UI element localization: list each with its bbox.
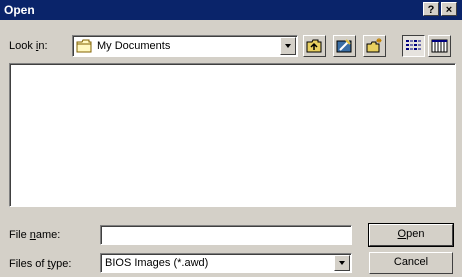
close-icon: × — [445, 4, 453, 16]
window-title: Open — [4, 3, 35, 17]
file-name-input[interactable] — [100, 225, 352, 245]
look-in-label: Look in: — [9, 40, 48, 52]
file-type-label-suffix: ype: — [50, 258, 72, 270]
up-folder-icon — [306, 39, 322, 53]
look-in-value: My Documents — [97, 40, 171, 52]
file-list[interactable] — [9, 63, 456, 207]
details-view-button[interactable] — [428, 35, 451, 57]
file-type-dropdown-button[interactable] — [334, 255, 350, 271]
open-button[interactable]: Open — [368, 223, 454, 247]
look-in-label-suffix: n: — [38, 40, 48, 52]
folder-icon — [76, 39, 92, 53]
look-in-dropdown-button[interactable] — [280, 37, 296, 55]
file-type-combo[interactable]: BIOS Images (*.awd) — [100, 253, 352, 273]
list-view-icon — [406, 40, 421, 50]
look-in-combo[interactable]: My Documents — [72, 35, 298, 57]
title-bar[interactable]: Open ? × — [0, 0, 462, 20]
details-view-icon — [431, 39, 448, 53]
new-folder-icon — [366, 38, 382, 53]
file-name-label: File name: — [9, 229, 60, 241]
file-type-value: BIOS Images (*.awd) — [105, 257, 209, 269]
look-in-label-prefix: Look — [9, 40, 36, 52]
open-button-accel: O — [397, 228, 407, 240]
file-type-label: Files of type: — [9, 258, 71, 270]
open-button-label: pen — [406, 228, 425, 240]
up-one-level-button[interactable] — [303, 35, 326, 57]
desktop-button[interactable] — [333, 35, 356, 57]
help-icon: ? — [427, 4, 435, 16]
help-button[interactable]: ? — [423, 2, 439, 16]
close-button[interactable]: × — [441, 2, 457, 16]
open-dialog: Open ? × Look in: My Documents File name… — [0, 0, 462, 277]
list-view-button[interactable] — [402, 35, 425, 57]
file-name-label-suffix: ame: — [35, 229, 61, 241]
file-type-label-prefix: Files of — [9, 258, 48, 270]
new-folder-button[interactable] — [363, 35, 386, 57]
desktop-icon — [336, 39, 352, 53]
file-name-label-prefix: File — [9, 229, 30, 241]
cancel-button[interactable]: Cancel — [369, 252, 453, 274]
